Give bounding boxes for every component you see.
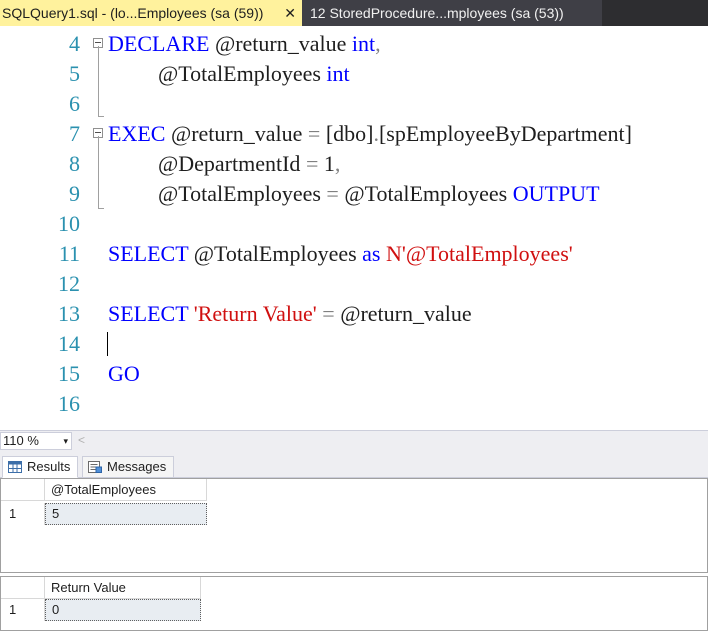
code-line: 15 GO <box>0 359 708 389</box>
code-text: @DepartmentId = 1, <box>158 151 341 176</box>
code-line: 13 SELECT 'Return Value' = @return_value <box>0 299 708 329</box>
tab-messages[interactable]: Messages <box>82 456 174 478</box>
code-line: 11 SELECT @TotalEmployees as N'@TotalEmp… <box>0 239 708 269</box>
scroll-left-icon[interactable]: < <box>78 433 85 447</box>
code-line: 10 <box>0 209 708 239</box>
line-number: 5 <box>69 61 80 86</box>
code-line: 4 DECLARE @return_value int, <box>0 29 708 59</box>
code-text: DECLARE @return_value int, <box>108 31 381 56</box>
result-grid[interactable]: @TotalEmployees 1 5 <box>0 478 708 573</box>
code-text: @TotalEmployees = @TotalEmployees OUTPUT <box>158 181 600 206</box>
grid-corner[interactable] <box>1 479 45 501</box>
tab-results-label: Results <box>27 459 71 474</box>
results-tab-strip: Results Messages <box>0 451 708 478</box>
grid-icon <box>8 461 22 473</box>
chevron-down-icon: ▾ <box>63 436 68 446</box>
row-number[interactable]: 1 <box>1 503 45 525</box>
tab-sqlquery1-label: SQLQuery1.sql - (lo...Employees (sa (59)… <box>2 5 264 21</box>
query-editor[interactable]: 4 DECLARE @return_value int, 5 @TotalEmp… <box>0 26 708 430</box>
close-icon[interactable]: ✕ <box>284 0 296 26</box>
code-text: EXEC @return_value = [dbo].[spEmployeeBy… <box>108 121 632 146</box>
tab-storedprocedure[interactable]: 12 StoredProcedure...mployees (sa (53)) <box>302 0 602 26</box>
code-line: 5 @TotalEmployees int <box>0 59 708 89</box>
zoom-select[interactable]: 110 % ▾ <box>0 432 72 450</box>
tab-sqlquery1[interactable]: SQLQuery1.sql - (lo...Employees (sa (59)… <box>0 0 302 26</box>
row-number[interactable]: 1 <box>1 599 45 621</box>
line-number: 8 <box>69 151 80 176</box>
line-number: 15 <box>58 361 80 386</box>
code-line: 14 <box>0 329 708 359</box>
code-line: 9 @TotalEmployees = @TotalEmployees OUTP… <box>0 179 708 209</box>
line-number: 14 <box>58 331 80 356</box>
fold-guide <box>98 136 99 208</box>
messages-icon <box>88 461 102 473</box>
code-line: 7 EXEC @return_value = [dbo].[spEmployee… <box>0 119 708 149</box>
line-number: 6 <box>69 91 80 116</box>
column-header[interactable]: @TotalEmployees <box>45 479 207 501</box>
line-number: 10 <box>58 211 80 236</box>
code-line: 6 <box>0 89 708 119</box>
code-text: SELECT 'Return Value' = @return_value <box>108 301 472 326</box>
zoom-value: 110 % <box>3 433 39 448</box>
tab-results[interactable]: Results <box>2 456 78 478</box>
line-number: 11 <box>58 241 80 266</box>
zoom-bar: 110 % ▾ < <box>0 430 708 451</box>
tab-messages-label: Messages <box>107 459 167 474</box>
code-line: 8 @DepartmentId = 1, <box>0 149 708 179</box>
code-text: @TotalEmployees int <box>158 61 350 86</box>
grid-cell[interactable]: 0 <box>45 599 201 621</box>
line-number: 4 <box>69 31 80 56</box>
grid-cell[interactable]: 5 <box>45 503 207 525</box>
text-cursor <box>107 332 108 356</box>
document-tab-strip: SQLQuery1.sql - (lo...Employees (sa (59)… <box>0 0 708 26</box>
line-number: 9 <box>69 181 80 206</box>
tab-storedprocedure-label: 12 StoredProcedure...mployees (sa (53)) <box>310 5 564 21</box>
code-text: SELECT @TotalEmployees as N'@TotalEmploy… <box>108 241 573 266</box>
line-number: 16 <box>58 391 80 416</box>
grid-corner[interactable] <box>1 577 45 599</box>
code-line: 12 <box>0 269 708 299</box>
line-number: 13 <box>58 301 80 326</box>
line-number: 12 <box>58 271 80 296</box>
code-text: GO <box>108 361 140 386</box>
code-line: 16 <box>0 389 708 419</box>
line-number: 7 <box>69 121 80 146</box>
column-header[interactable]: Return Value <box>45 577 201 599</box>
result-grid[interactable]: Return Value 1 0 <box>0 576 708 631</box>
